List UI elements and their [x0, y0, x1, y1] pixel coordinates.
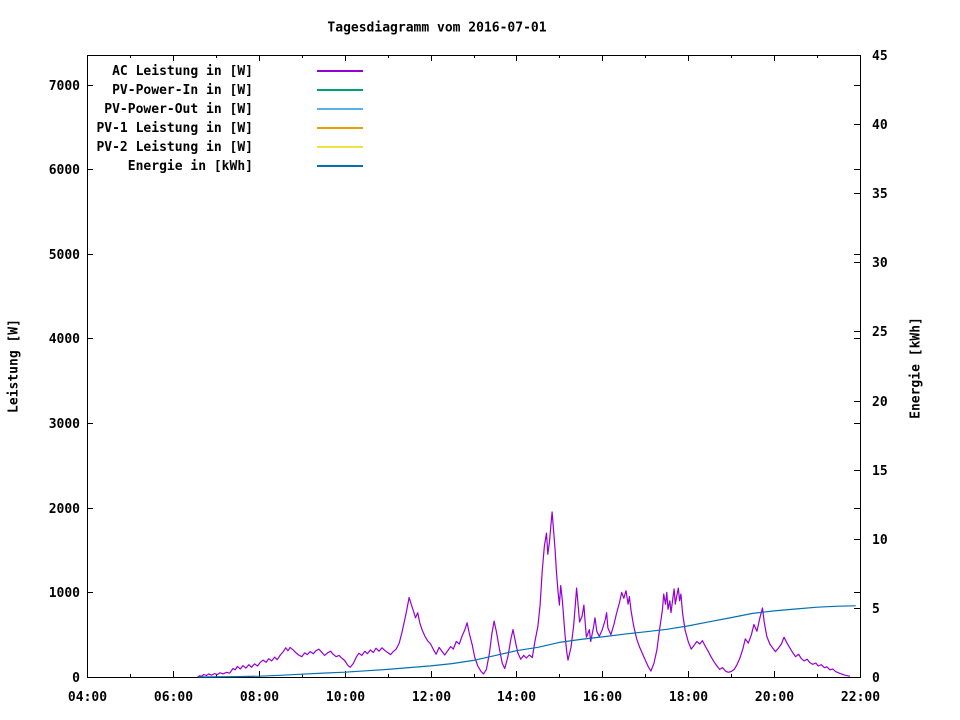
y2-tick-label: 35 — [872, 187, 888, 202]
y-tick-label: 6000 — [49, 163, 80, 178]
legend-label: Energie in [kWh] — [128, 159, 253, 174]
x-tick-label: 06:00 — [154, 690, 193, 705]
legend-label: AC Leistung in [W] — [112, 64, 253, 79]
x-tick-label: 22:00 — [841, 690, 880, 705]
legend-label: PV-1 Leistung in [W] — [96, 121, 253, 136]
y-tick-label: 7000 — [49, 79, 80, 94]
legend-label: PV-Power-In in [W] — [112, 83, 253, 98]
y-tick-label: 4000 — [49, 332, 80, 347]
chart-canvas: 04:00 06:00 08:00 10:00 12:00 14:00 16:00 18:00… — [49, 49, 888, 705]
y2-axis-ticks: 0 5 10 15 20 25 30 35 40 45 — [854, 49, 888, 686]
y2-tick-label: 0 — [872, 671, 880, 686]
x-tick-label: 18:00 — [669, 690, 708, 705]
y-axis-label: Leistung [W] — [6, 319, 22, 413]
y-tick-label: 0 — [72, 671, 80, 686]
x-tick-label: 16:00 — [583, 690, 622, 705]
y2-tick-label: 5 — [872, 602, 880, 617]
y2-tick-label: 40 — [872, 118, 888, 133]
x-tick-label: 14:00 — [497, 690, 536, 705]
y-tick-label: 1000 — [49, 586, 80, 601]
y-tick-label: 2000 — [49, 502, 80, 517]
y2-tick-label: 10 — [872, 533, 888, 548]
y2-tick-label: 45 — [872, 49, 888, 64]
legend-label: PV-2 Leistung in [W] — [96, 140, 253, 155]
legend-label: PV-Power-Out in [W] — [104, 102, 253, 117]
y-tick-label: 3000 — [49, 417, 80, 432]
series-line-0 — [197, 511, 851, 678]
y2-tick-label: 15 — [872, 464, 888, 479]
series-line-5 — [198, 605, 856, 678]
x-tick-label: 10:00 — [326, 690, 365, 705]
x-tick-label: 04:00 — [68, 690, 107, 705]
y2-tick-label: 20 — [872, 395, 888, 410]
legend: AC Leistung in [W] PV-Power-In in [W] PV-P… — [96, 64, 363, 174]
chart-title: Tagesdiagramm vom 2016-07-01 — [327, 20, 547, 36]
x-tick-label: 08:00 — [240, 690, 279, 705]
y2-tick-label: 30 — [872, 256, 888, 271]
y-tick-label: 5000 — [49, 248, 80, 263]
y2-axis-label: Energie [kWh] — [908, 317, 924, 419]
y2-tick-label: 25 — [872, 325, 888, 340]
x-tick-label: 20:00 — [755, 690, 794, 705]
daily-pv-chart: 04:00 06:00 08:00 10:00 12:00 14:00 16:00 18:00… — [0, 0, 960, 720]
x-tick-label: 12:00 — [412, 690, 451, 705]
